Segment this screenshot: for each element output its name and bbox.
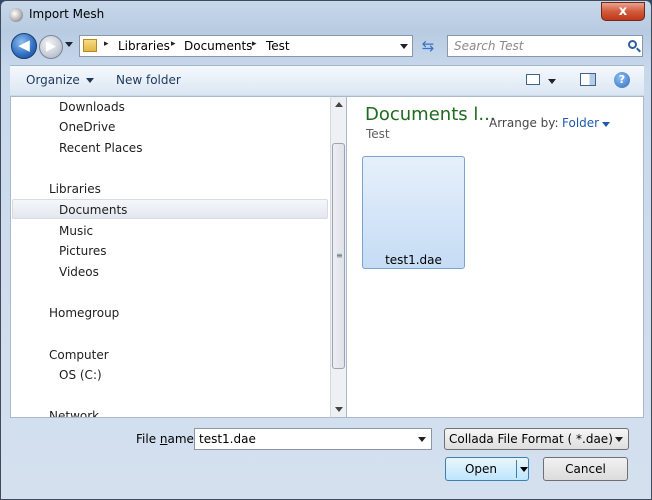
navigation-bar: ◀ ▶ ▸ Libraries ▸ Documents ▸ Test ⇆ Sea…: [1, 31, 651, 61]
organize-menu[interactable]: Organize: [26, 73, 94, 87]
open-label: Open: [464, 462, 498, 476]
file-type-select[interactable]: Collada File Format ( *.dae): [444, 428, 629, 450]
scroll-down-arrow-icon[interactable]: [335, 407, 343, 412]
address-dropdown-icon[interactable]: [400, 44, 408, 49]
nav-item-onedrive[interactable]: OneDrive: [59, 120, 115, 134]
window-title: Import Mesh: [29, 7, 105, 21]
help-icon[interactable]: ?: [614, 72, 630, 88]
chevron-down-icon[interactable]: [602, 122, 610, 127]
search-placeholder: Search Test: [454, 39, 524, 53]
change-view-icon[interactable]: [526, 74, 540, 85]
address-bar[interactable]: ▸ Libraries ▸ Documents ▸ Test: [79, 35, 413, 57]
file-item[interactable]: test1.dae: [362, 156, 465, 269]
import-mesh-dialog: Import Mesh x ◀ ▶ ▸ Libraries ▸ Document…: [0, 0, 652, 500]
app-icon: [9, 8, 23, 22]
file-list-pane: Documents l... Test Arrange by: Folder t…: [347, 96, 644, 418]
organize-label: Organize: [26, 73, 80, 87]
search-box[interactable]: Search Test: [447, 35, 643, 57]
nav-item-documents[interactable]: Documents: [59, 203, 127, 217]
arrange-by-label: Arrange by:: [489, 116, 559, 130]
preview-pane-icon[interactable]: [580, 73, 596, 86]
view-options-dropdown-icon[interactable]: [548, 79, 556, 84]
scroll-up-arrow-icon[interactable]: [335, 102, 343, 107]
nav-item-network[interactable]: Network: [49, 409, 99, 417]
folder-icon: [83, 39, 97, 52]
title-bar: Import Mesh x: [1, 1, 651, 29]
file-type-value: Collada File Format ( *.dae): [449, 432, 613, 446]
nav-item-videos[interactable]: Videos: [59, 265, 99, 279]
nav-item-pictures[interactable]: Pictures: [59, 244, 107, 258]
nav-item-recent-places[interactable]: Recent Places: [59, 141, 142, 155]
navigation-scrollbar[interactable]: ≡: [330, 96, 347, 418]
breadcrumb-separator-icon[interactable]: ▸: [252, 39, 257, 49]
file-name: test1.dae: [385, 253, 442, 267]
breadcrumb-test[interactable]: Test: [266, 39, 290, 53]
file-name-label: File name:: [136, 432, 198, 446]
breadcrumb-documents[interactable]: Documents: [184, 39, 252, 53]
grip-icon: ≡: [336, 251, 343, 260]
new-folder-button[interactable]: New folder: [116, 73, 181, 87]
chevron-down-icon: [615, 437, 623, 442]
nav-item-music[interactable]: Music: [59, 224, 93, 238]
file-name-input[interactable]: test1.dae: [194, 428, 432, 450]
breadcrumb-separator-icon[interactable]: ▸: [171, 39, 176, 49]
open-button[interactable]: Open: [445, 457, 529, 481]
breadcrumb-separator-icon[interactable]: ▸: [104, 39, 109, 49]
arrange-by-dropdown[interactable]: Folder: [562, 116, 599, 130]
nav-item-os-c[interactable]: OS (C:): [59, 368, 102, 382]
file-name-dropdown-icon[interactable]: [418, 437, 426, 442]
nav-item-libraries[interactable]: Libraries: [49, 182, 101, 196]
open-options-dropdown-icon[interactable]: [520, 467, 528, 472]
forward-button[interactable]: ▶: [39, 35, 63, 59]
nav-item-homegroup[interactable]: Homegroup: [49, 306, 119, 320]
recent-locations-dropdown-icon[interactable]: [65, 42, 73, 47]
dialog-footer: File name: test1.dae Collada File Format…: [1, 419, 651, 499]
scrollbar-thumb[interactable]: ≡: [332, 143, 345, 369]
cancel-button[interactable]: Cancel: [543, 457, 628, 481]
chevron-down-icon: [85, 78, 94, 83]
library-title: Documents l...: [365, 104, 496, 125]
file-name-value: test1.dae: [199, 432, 256, 446]
navigation-pane: Downloads OneDrive Recent Places Librari…: [10, 96, 330, 418]
breadcrumb-libraries[interactable]: Libraries: [118, 39, 170, 53]
command-toolbar: Organize New folder ?: [10, 65, 644, 95]
nav-item-downloads[interactable]: Downloads: [59, 100, 125, 114]
nav-item-computer[interactable]: Computer: [49, 348, 109, 362]
split-divider: [516, 460, 517, 478]
library-subtitle: Test: [366, 127, 390, 141]
refresh-button[interactable]: ⇆: [417, 35, 439, 57]
search-icon[interactable]: [628, 40, 637, 49]
back-button[interactable]: ◀: [11, 33, 37, 59]
close-button[interactable]: x: [601, 2, 645, 21]
